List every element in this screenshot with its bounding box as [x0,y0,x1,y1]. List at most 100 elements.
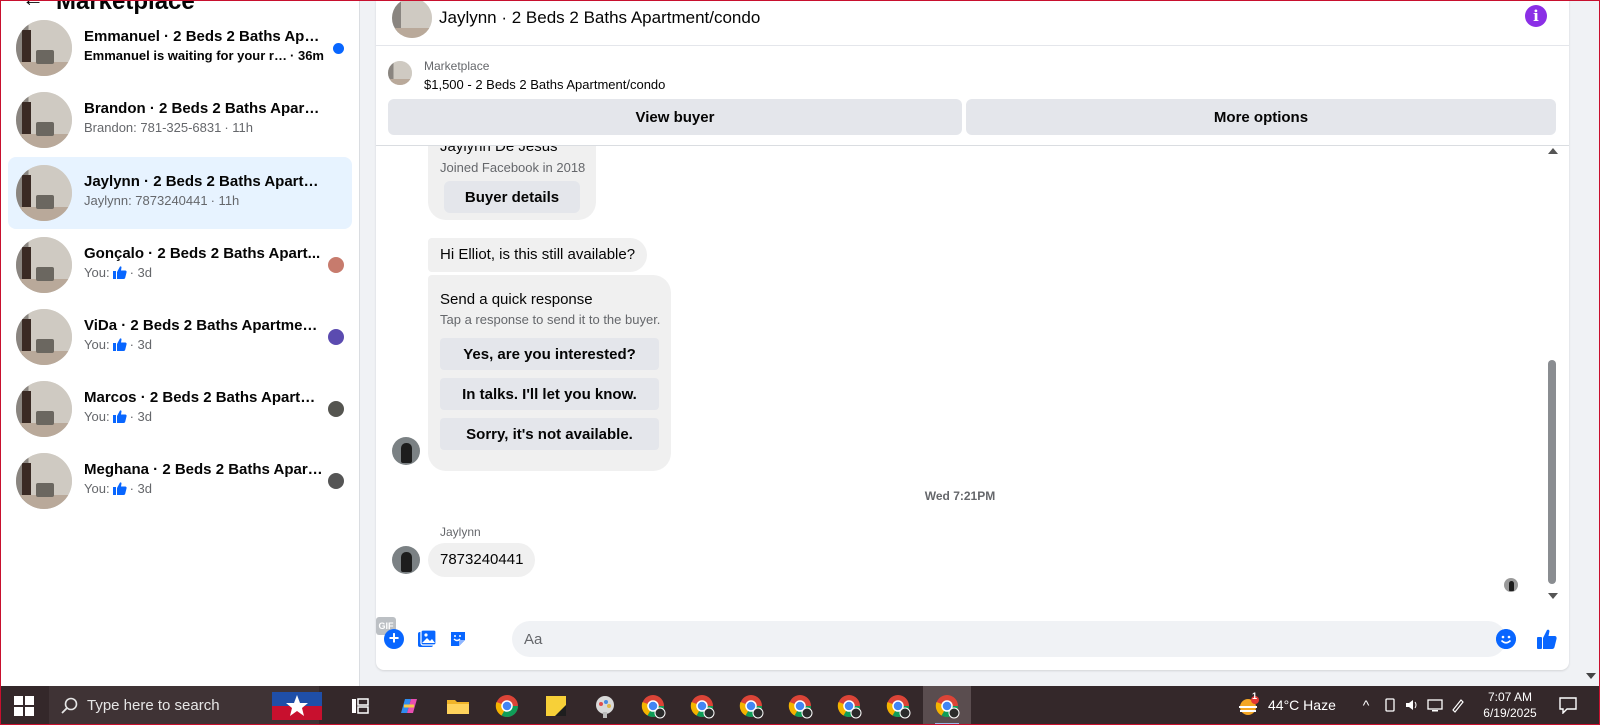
message-list: Jaylynn De Jesus Joined Facebook in 2018… [376,146,1544,600]
chrome-icon[interactable] [494,693,520,719]
preview-time: · 3d [129,409,152,424]
read-receipt-avatar [1504,578,1518,592]
message-input[interactable] [512,621,1506,657]
sticker-icon[interactable] [448,629,468,649]
sender-avatar[interactable] [392,437,420,465]
thumbs-up-icon [112,266,127,279]
message-bubble-phone: 7873240441 [428,543,536,577]
listing-thumbnail [16,92,72,148]
conversation-item[interactable]: Meghana · 2 Beds 2 Baths Apartm... You: · … [8,445,352,517]
sender-name: Jaylynn [440,525,481,539]
chrome-profile-icon[interactable] [787,693,813,719]
conversation-item[interactable]: Marcos · 2 Beds 2 Baths Apartm... You: · 3… [8,373,352,445]
quick-response-yes-button[interactable]: Yes, are you interested? [440,338,659,370]
chrome-profile-icon[interactable] [923,686,971,725]
chrome-profile-icon[interactable] [738,693,764,719]
photo-icon[interactable] [417,629,437,649]
listing-thumbnail [16,453,72,509]
preview-time: · 3d [129,481,152,496]
copilot-icon[interactable] [396,693,422,719]
conversation-name: Gonçalo · 2 Beds 2 Baths Apart... [84,245,321,262]
unread-dot [333,43,344,54]
conversation-preview: You: · 3d [84,409,324,424]
listing-thumbnail [16,309,72,365]
preview-text: You: [84,265,110,280]
windows-start-icon[interactable] [14,696,34,716]
conversation-item[interactable]: Brandon · 2 Beds 2 Baths Apartme... Brand… [8,84,352,156]
listing-thumbnail[interactable] [388,61,412,85]
view-buyer-button[interactable]: View buyer [388,99,962,135]
listing-thumbnail [16,237,72,293]
emoji-icon[interactable] [1496,629,1516,649]
network-icon[interactable] [1427,697,1443,713]
pen-icon[interactable] [1450,697,1466,713]
scrollbar-thumb[interactable] [1548,360,1556,584]
preview-time: · 11h [224,120,254,135]
quick-response-subtitle: Tap a response to send it to the buyer. [440,312,661,327]
seen-avatar [328,329,344,345]
quick-response-title: Send a quick response [440,291,593,308]
notifications-icon[interactable] [1558,696,1578,714]
conversation-preview: Jaylynn: 7873240441 · 11h [84,193,324,208]
header-divider [376,45,1569,46]
scroll-down-arrow-icon[interactable] [1548,593,1558,599]
file-explorer-icon[interactable] [445,693,471,719]
conversation-item[interactable]: Jaylynn · 2 Beds 2 Baths Apartmen... Jayl… [8,157,352,229]
preview-text: Emmanuel is waiting for your res... [84,48,288,63]
clock-time: 7:07 AM [1487,690,1533,704]
task-view-icon[interactable] [347,693,373,719]
snipping-tool-icon[interactable] [592,693,618,719]
message-scrollbar[interactable] [1544,146,1560,606]
page-scroll-down-icon[interactable] [1586,673,1596,679]
volume-icon[interactable] [1404,697,1420,713]
more-options-button[interactable]: More options [966,99,1556,135]
thumbs-up-icon [112,482,127,495]
preview-text: You: [84,337,110,352]
chevron-up-icon[interactable]: ^ [1358,697,1374,713]
chrome-profile-icon[interactable] [689,693,715,719]
conversation-preview: You: · 3d [84,481,324,496]
listing-thumbnail [16,20,72,76]
search-placeholder: Type here to search [87,697,220,714]
preview-text: Brandon: 781-325-6831 [84,120,222,135]
weather-text[interactable]: 44°C Haze [1268,697,1336,713]
listing-avatar[interactable] [392,0,432,38]
listing-title[interactable]: $1,500 - 2 Beds 2 Baths Apartment/condo [424,77,665,92]
conversation-name: Jaylynn · 2 Beds 2 Baths Apartmen... [84,173,324,190]
conversation-name: ViDa · 2 Beds 2 Baths Apartmen... [84,317,324,334]
like-icon[interactable] [1535,627,1559,651]
scroll-up-arrow-icon[interactable] [1548,148,1558,154]
conversation-preview: You: · 3d [84,337,324,352]
chrome-profile-icon[interactable] [885,693,911,719]
taskbar-clock[interactable]: 7:07 AM 6/19/2025 [1470,689,1550,721]
chat-panel: Jaylynn · 2 Beds 2 Baths Apartment/condo… [376,0,1569,670]
chat-header: Jaylynn · 2 Beds 2 Baths Apartment/condo… [376,0,1569,38]
conversation-preview: You: · 3d [84,265,324,280]
chrome-profile-icon[interactable] [640,693,666,719]
chat-title[interactable]: Jaylynn · 2 Beds 2 Baths Apartment/condo [439,8,760,28]
quick-response-sorry-button[interactable]: Sorry, it's not available. [440,418,659,450]
seen-avatar [328,473,344,489]
message-composer: + GIF [376,617,1569,657]
back-arrow-icon[interactable]: ← [22,0,44,12]
chrome-profile-icon[interactable] [836,693,862,719]
thumbs-up-icon [112,410,127,423]
sender-avatar[interactable] [392,546,420,574]
conversation-item[interactable]: Emmanuel · 2 Beds 2 Baths Apar... Emmanue… [8,12,352,84]
sticky-notes-icon[interactable] [543,693,569,719]
marketplace-label: Marketplace [424,59,490,73]
preview-time: · 3d [129,265,152,280]
preview-time: · 11h [210,193,240,208]
seen-avatar [328,401,344,417]
buyer-details-button[interactable]: Buyer details [444,181,580,213]
conversation-sidebar: ← Marketplace Emmanuel · 2 Beds 2 Baths … [0,0,360,686]
juneteenth-flag-icon[interactable] [272,690,322,722]
preview-time: · 36m [290,48,324,63]
plus-icon[interactable]: + [384,629,404,649]
device-icon[interactable] [1382,697,1398,713]
conversation-item[interactable]: Gonçalo · 2 Beds 2 Baths Apart... You: · 3… [8,229,352,301]
conversation-item[interactable]: ViDa · 2 Beds 2 Baths Apartmen... You: · 3… [8,301,352,373]
quick-response-talks-button[interactable]: In talks. I'll let you know. [440,378,659,410]
info-icon[interactable]: i [1525,5,1547,27]
weather-badge: 1 [1252,691,1258,701]
